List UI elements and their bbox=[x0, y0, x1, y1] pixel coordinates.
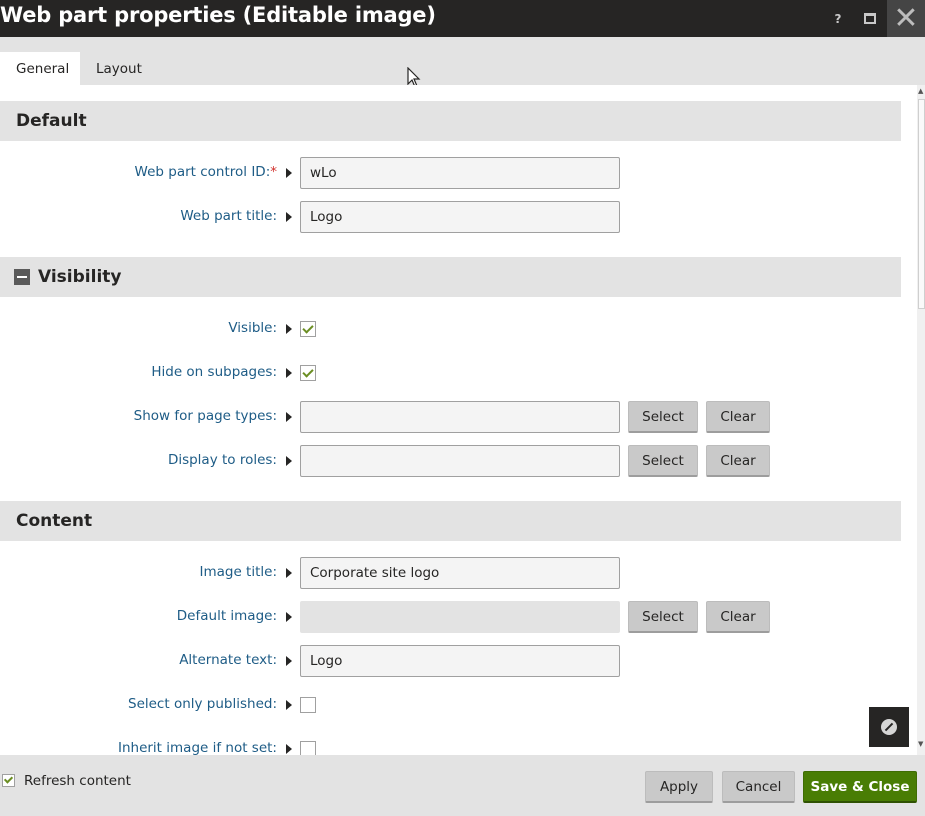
field-label: Hide on subpages: bbox=[151, 364, 277, 380]
web-part-title-input[interactable]: Logo bbox=[300, 201, 620, 233]
field-label: Show for page types: bbox=[133, 408, 277, 424]
check-icon bbox=[3, 774, 14, 784]
scrollbar-thumb[interactable] bbox=[918, 99, 925, 309]
refresh-content-label[interactable]: Refresh content bbox=[24, 773, 131, 789]
tab-layout[interactable]: Layout bbox=[80, 52, 154, 85]
scroll-down-icon[interactable]: ▼ bbox=[918, 740, 923, 748]
expand-arrow-icon[interactable] bbox=[286, 744, 292, 754]
visible-checkbox[interactable] bbox=[300, 321, 316, 337]
show-for-page-types-input[interactable] bbox=[300, 401, 620, 433]
tab-general[interactable]: General bbox=[0, 52, 80, 85]
select-button[interactable]: Select bbox=[628, 601, 698, 633]
row-default-image: Default image: Select Clear bbox=[0, 601, 901, 633]
field-label: Select only published: bbox=[128, 696, 277, 712]
row-hide-on-subpages: Hide on subpages: bbox=[0, 357, 901, 389]
section-title: Default bbox=[16, 111, 87, 131]
inherit-image-checkbox[interactable] bbox=[300, 741, 316, 755]
field-label: Inherit image if not set: bbox=[117, 740, 277, 755]
close-icon[interactable]: ✕ bbox=[887, 0, 925, 37]
check-icon bbox=[302, 322, 314, 334]
field-label: Display to roles: bbox=[167, 452, 277, 468]
row-web-part-control-id: Web part control ID:* wLo bbox=[0, 157, 901, 189]
cancel-button[interactable]: Cancel bbox=[722, 771, 795, 803]
web-part-control-id-input[interactable]: wLo bbox=[300, 157, 620, 189]
section-default-header: Default bbox=[0, 101, 901, 141]
row-web-part-title: Web part title: Logo bbox=[0, 201, 901, 233]
title-bar: Web part properties (Editable image) ? ✕ bbox=[0, 0, 925, 37]
display-to-roles-input[interactable] bbox=[300, 445, 620, 477]
properties-panel[interactable]: Default Web part control ID:* wLo Web pa… bbox=[0, 85, 917, 755]
section-title: Visibility bbox=[38, 267, 122, 287]
compass-icon[interactable] bbox=[869, 707, 909, 747]
field-label: Image title: bbox=[199, 564, 277, 580]
row-visible: Visible: bbox=[0, 313, 901, 345]
minus-icon[interactable] bbox=[14, 269, 30, 285]
field-label: Alternate text: bbox=[179, 652, 277, 668]
expand-arrow-icon[interactable] bbox=[286, 612, 292, 622]
row-show-for-page-types: Show for page types: Select Clear bbox=[0, 401, 901, 433]
alternate-text-input[interactable]: Logo bbox=[300, 645, 620, 677]
default-image-input bbox=[300, 601, 620, 633]
required-mark: * bbox=[270, 164, 277, 180]
clear-button[interactable]: Clear bbox=[706, 445, 770, 477]
clear-button[interactable]: Clear bbox=[706, 601, 770, 633]
scroll-up-icon[interactable]: ▲ bbox=[918, 87, 923, 95]
vertical-scrollbar[interactable]: ▲ ▼ bbox=[917, 85, 925, 755]
hide-on-subpages-checkbox[interactable] bbox=[300, 365, 316, 381]
expand-arrow-icon[interactable] bbox=[286, 412, 292, 422]
apply-button[interactable]: Apply bbox=[645, 771, 713, 803]
field-label: Web part control ID:* bbox=[134, 164, 277, 180]
row-image-title: Image title: Corporate site logo bbox=[0, 557, 901, 589]
select-button[interactable]: Select bbox=[628, 445, 698, 477]
maximize-icon[interactable] bbox=[858, 0, 882, 37]
expand-arrow-icon[interactable] bbox=[286, 368, 292, 378]
clear-button[interactable]: Clear bbox=[706, 401, 770, 433]
select-only-published-checkbox[interactable] bbox=[300, 697, 316, 713]
section-title: Content bbox=[16, 511, 93, 531]
image-title-input[interactable]: Corporate site logo bbox=[300, 557, 620, 589]
select-button[interactable]: Select bbox=[628, 401, 698, 433]
section-content-header: Content bbox=[0, 501, 901, 541]
row-select-only-published: Select only published: bbox=[0, 689, 901, 721]
expand-arrow-icon[interactable] bbox=[286, 456, 292, 466]
check-icon bbox=[302, 366, 314, 378]
expand-arrow-icon[interactable] bbox=[286, 212, 292, 222]
expand-arrow-icon[interactable] bbox=[286, 324, 292, 334]
expand-arrow-icon[interactable] bbox=[286, 168, 292, 178]
tab-bar: General Layout bbox=[0, 37, 925, 85]
field-label: Web part title: bbox=[180, 208, 277, 224]
row-inherit-image: Inherit image if not set: bbox=[0, 733, 901, 755]
section-visibility-header[interactable]: Visibility bbox=[0, 257, 901, 297]
expand-arrow-icon[interactable] bbox=[286, 568, 292, 578]
expand-arrow-icon[interactable] bbox=[286, 656, 292, 666]
window-title: Web part properties (Editable image) bbox=[0, 3, 436, 27]
refresh-content-checkbox[interactable] bbox=[2, 774, 15, 787]
field-label: Visible: bbox=[228, 320, 277, 336]
row-display-to-roles: Display to roles: Select Clear bbox=[0, 445, 901, 477]
dialog-footer: Refresh content Apply Cancel Save & Clos… bbox=[0, 755, 925, 816]
field-label: Default image: bbox=[176, 608, 277, 624]
expand-arrow-icon[interactable] bbox=[286, 700, 292, 710]
help-icon[interactable]: ? bbox=[826, 0, 850, 37]
save-close-button[interactable]: Save & Close bbox=[803, 771, 917, 803]
row-alternate-text: Alternate text: Logo bbox=[0, 645, 901, 677]
